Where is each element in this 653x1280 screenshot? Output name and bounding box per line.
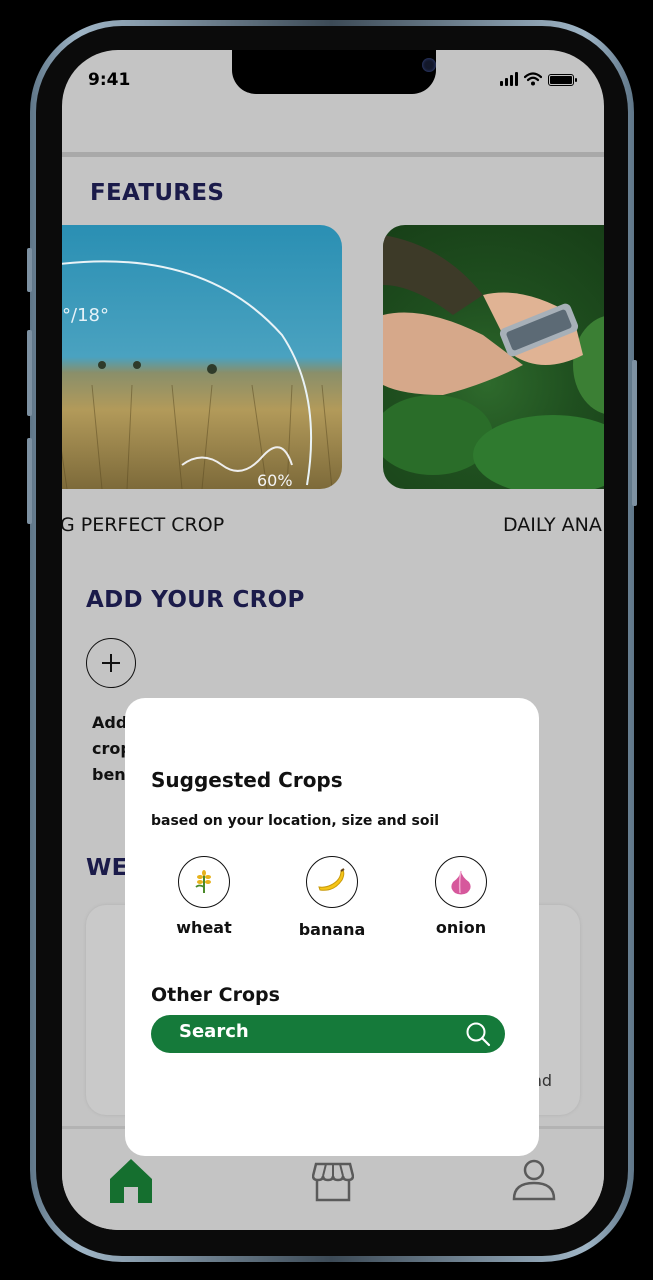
wifi-icon — [524, 72, 542, 86]
wheat-icon — [178, 856, 230, 908]
crop-label-banana: banana — [298, 920, 366, 939]
volume-down-button — [27, 438, 32, 524]
feature-card-daily-analysis[interactable] — [383, 225, 604, 489]
search-icon[interactable] — [465, 1021, 491, 1047]
crop-label-onion: onion — [435, 918, 487, 937]
features-title: FEATURES — [90, 180, 225, 206]
hands-phone-image — [383, 235, 604, 489]
feature-caption-perfect-crop: G PERFECT CROP — [62, 514, 225, 536]
status-icons — [500, 72, 577, 86]
home-icon[interactable] — [108, 1157, 154, 1205]
modal-subtitle: based on your location, size and soil — [151, 813, 440, 829]
add-crop-title: ADD YOUR CROP — [86, 587, 305, 613]
suggested-crops-modal: Suggested Crops based on your location, … — [125, 698, 539, 1156]
battery-icon — [548, 74, 577, 86]
crop-label-wheat: wheat — [176, 918, 232, 937]
onion-icon — [435, 856, 487, 908]
add-crop-text-line3: ben — [92, 765, 126, 784]
add-crop-button[interactable] — [86, 638, 136, 688]
crop-option-wheat[interactable]: wheat — [154, 856, 254, 937]
crop-option-banana[interactable]: banana — [282, 856, 382, 939]
crop-search-bar[interactable]: Search — [151, 1015, 505, 1053]
cellular-signal-icon — [500, 72, 518, 86]
other-crops-title: Other Crops — [151, 984, 280, 1006]
status-time: 9:41 — [88, 70, 131, 90]
store-icon[interactable] — [312, 1162, 354, 1202]
weather-title: WE — [86, 855, 128, 881]
mute-switch — [27, 248, 32, 292]
plus-icon — [102, 654, 120, 672]
header-divider — [62, 152, 604, 157]
power-button — [632, 360, 637, 506]
weather-overlay-temp: °/18° — [62, 305, 109, 326]
profile-icon[interactable] — [512, 1159, 556, 1201]
front-camera — [422, 58, 436, 72]
search-label: Search — [179, 1021, 249, 1042]
crop-option-onion[interactable]: onion — [411, 856, 511, 937]
feature-caption-daily-analysis: DAILY ANA — [503, 514, 602, 536]
field-image — [62, 260, 333, 489]
weather-overlay-percent: 60% — [257, 471, 293, 489]
banana-icon — [306, 856, 358, 908]
volume-up-button — [27, 330, 32, 416]
notch — [232, 50, 436, 94]
add-crop-text-line1: Add — [92, 713, 128, 732]
feature-card-perfect-crop[interactable]: °/18° 60% — [62, 225, 342, 489]
modal-title: Suggested Crops — [151, 768, 343, 792]
